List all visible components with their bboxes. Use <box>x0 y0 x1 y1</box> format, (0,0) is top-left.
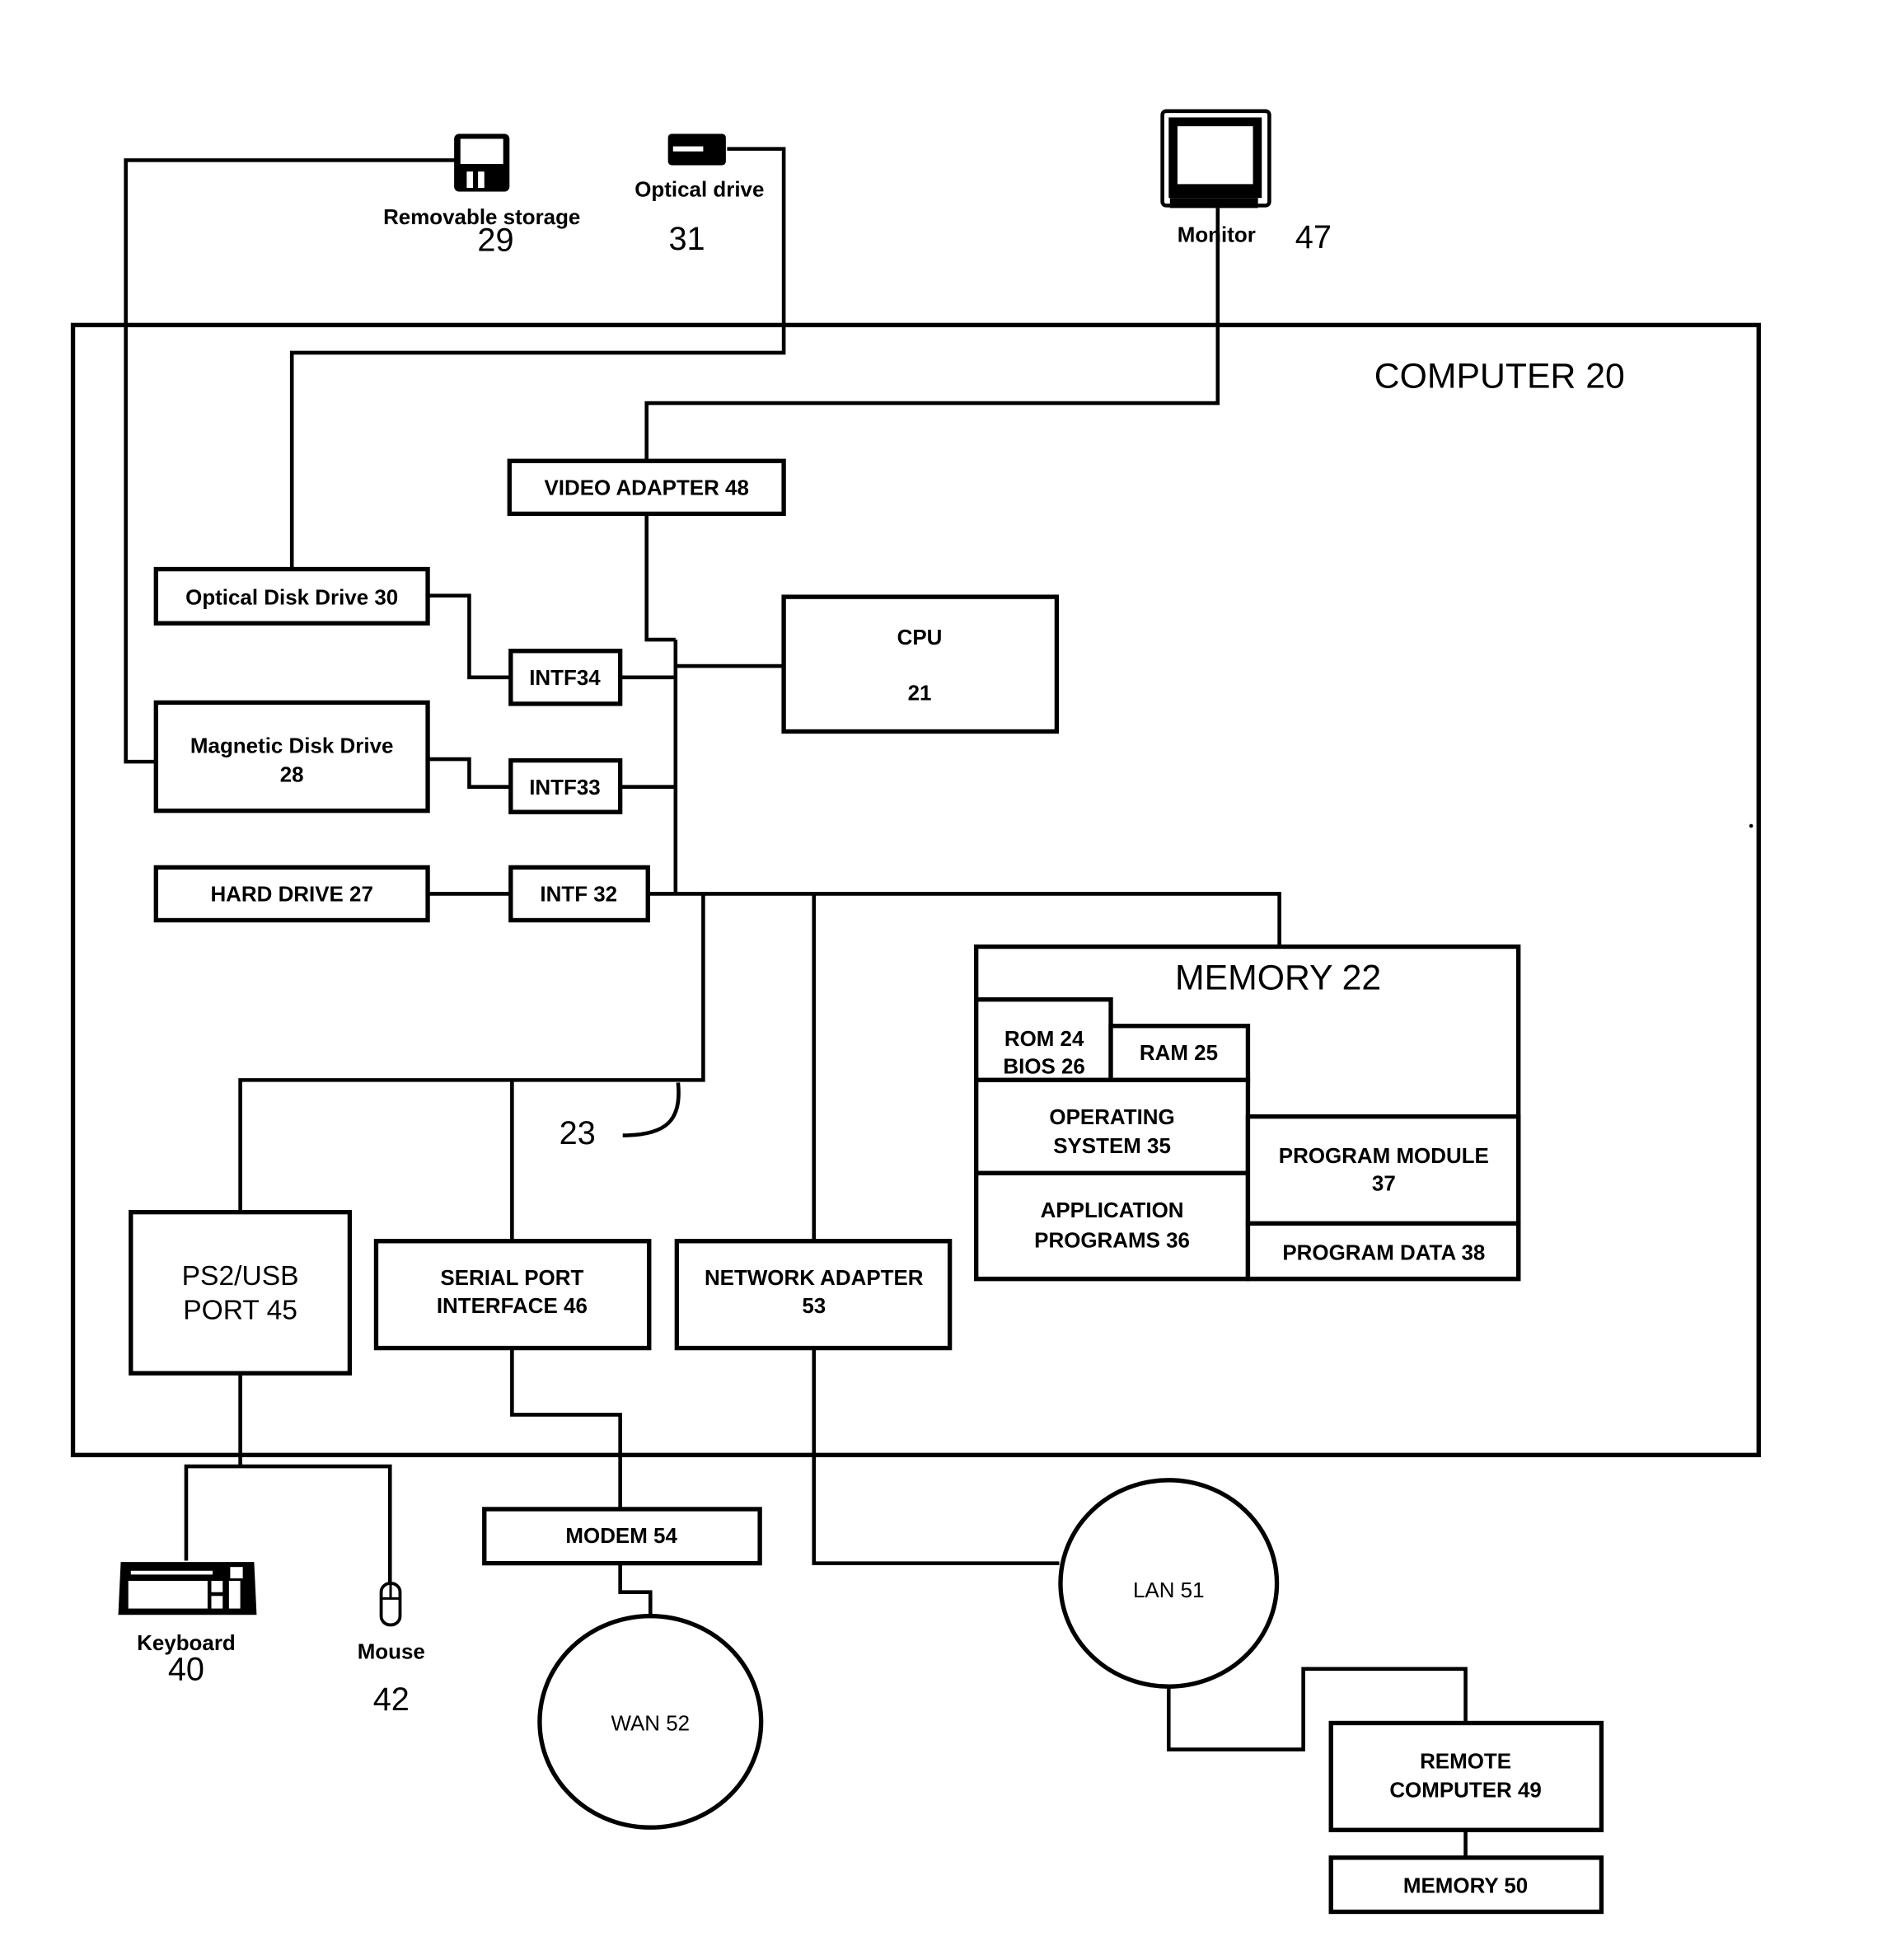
mouse-number: 42 <box>373 1681 410 1718</box>
floppy-disk-icon <box>454 134 510 192</box>
optical-disk-intf-link <box>428 593 511 680</box>
system-bus-horizontal <box>648 892 1281 947</box>
system-bus-label: 23 <box>560 1115 596 1151</box>
svg-text:21: 21 <box>908 682 932 705</box>
svg-text:VIDEO ADAPTER 48: VIDEO ADAPTER 48 <box>545 476 749 499</box>
hard-drive-block: HARD DRIVE 27 <box>153 865 430 923</box>
ps2-usb-port-block: PS2/USB PORT 45 <box>129 1209 353 1376</box>
svg-text:COMPUTER 49: COMPUTER 49 <box>1389 1779 1541 1803</box>
serial-modem-link <box>510 1348 622 1509</box>
svg-text:MODEM 54: MODEM 54 <box>565 1525 677 1548</box>
svg-text:INTERFACE 46: INTERFACE 46 <box>437 1295 588 1318</box>
modem-block: MODEM 54 <box>482 1507 762 1566</box>
mouse-label: Mouse <box>358 1641 425 1664</box>
optical-drive-label: Optical drive <box>634 179 764 202</box>
svg-text:53: 53 <box>802 1295 826 1318</box>
svg-text:APPLICATION: APPLICATION <box>1041 1199 1184 1222</box>
svg-text:NETWORK ADAPTER: NETWORK ADAPTER <box>705 1267 924 1290</box>
modem-wan-link <box>618 1563 653 1618</box>
remote-memory-block: MEMORY 50 <box>1328 1855 1604 1915</box>
program-module-cell <box>1245 1114 1521 1226</box>
cpu-block: CPU 21 <box>781 594 1060 734</box>
intf32-block: INTF 32 <box>508 865 650 923</box>
svg-text:WAN 52: WAN 52 <box>611 1713 690 1736</box>
svg-text:LAN 51: LAN 51 <box>1133 1579 1205 1602</box>
svg-text:PORT 45: PORT 45 <box>183 1295 297 1325</box>
svg-text:Magnetic Disk Drive: Magnetic Disk Drive <box>190 734 394 757</box>
memory-title: MEMORY 22 <box>1175 958 1381 997</box>
computer-label: COMPUTER 20 <box>1374 357 1625 396</box>
mouse-icon <box>379 1582 402 1627</box>
svg-text:REMOTE: REMOTE <box>1420 1750 1511 1773</box>
keyboard-number: 40 <box>168 1652 204 1688</box>
svg-text:Optical Disk Drive 30: Optical Disk Drive 30 <box>185 586 398 609</box>
svg-text:PS2/USB: PS2/USB <box>182 1261 299 1292</box>
intf34-block: INTF34 <box>508 649 623 706</box>
serial-port-interface-block: SERIAL PORT INTERFACE 46 <box>373 1239 652 1351</box>
optical-disk-drive-block: Optical Disk Drive 30 <box>153 566 430 626</box>
svg-text:ROM 24: ROM 24 <box>1004 1028 1084 1051</box>
svg-text:INTF34: INTF34 <box>529 667 601 690</box>
magnetic-disk-intf-link <box>428 757 511 789</box>
monitor-label: Monitor <box>1178 224 1256 247</box>
svg-text:INTF33: INTF33 <box>529 776 600 799</box>
lan-network: LAN 51 <box>1058 1478 1280 1689</box>
svg-text:PROGRAMS 36: PROGRAMS 36 <box>1034 1229 1190 1252</box>
video-adapter-block: VIDEO ADAPTER 48 <box>507 458 786 517</box>
monitor-icon <box>1160 109 1271 209</box>
system-bus-lower <box>238 893 705 1212</box>
optical-drive-number: 31 <box>668 221 705 257</box>
svg-text:SYSTEM 35: SYSTEM 35 <box>1053 1135 1171 1158</box>
bus-callout-leader <box>622 1082 681 1137</box>
application-programs-cell <box>974 1170 1251 1282</box>
wan-network: WAN 52 <box>537 1614 764 1830</box>
video-adapter-bus-link <box>644 513 676 642</box>
network-adapter-block: NETWORK ADAPTER 53 <box>674 1239 953 1351</box>
svg-text:CPU: CPU <box>897 626 943 649</box>
svg-text:INTF 32: INTF 32 <box>540 884 617 907</box>
computer-system-diagram: COMPUTER 20 Removable storage 29 Optical… <box>70 109 1761 1915</box>
intf33-block: INTF33 <box>508 757 623 814</box>
monitor-number: 47 <box>1295 219 1332 256</box>
keyboard-icon <box>118 1562 257 1615</box>
system-memory-block: MEMORY 22 ROM 24 BIOS 26 RAM 25 OPERATIN… <box>974 944 1521 1282</box>
magnetic-disk-drive-block: Magnetic Disk Drive 28 <box>153 700 430 814</box>
svg-text:28: 28 <box>280 764 304 787</box>
scan-artifact <box>1749 823 1754 828</box>
remote-computer-block: REMOTE COMPUTER 49 <box>1328 1720 1604 1832</box>
svg-text:SERIAL PORT: SERIAL PORT <box>440 1267 583 1290</box>
svg-text:MEMORY 50: MEMORY 50 <box>1403 1875 1528 1898</box>
svg-text:OPERATING: OPERATING <box>1049 1106 1174 1129</box>
removable-storage-number: 29 <box>477 222 513 258</box>
optical-drive-icon <box>667 134 726 166</box>
svg-text:HARD DRIVE 27: HARD DRIVE 27 <box>210 884 372 907</box>
svg-text:37: 37 <box>1372 1173 1396 1196</box>
svg-text:BIOS 26: BIOS 26 <box>1003 1056 1084 1079</box>
svg-text:PROGRAM DATA 38: PROGRAM DATA 38 <box>1282 1242 1485 1265</box>
svg-text:PROGRAM MODULE: PROGRAM MODULE <box>1279 1145 1489 1168</box>
svg-text:RAM 25: RAM 25 <box>1140 1042 1218 1065</box>
monitor-link <box>644 208 1220 462</box>
